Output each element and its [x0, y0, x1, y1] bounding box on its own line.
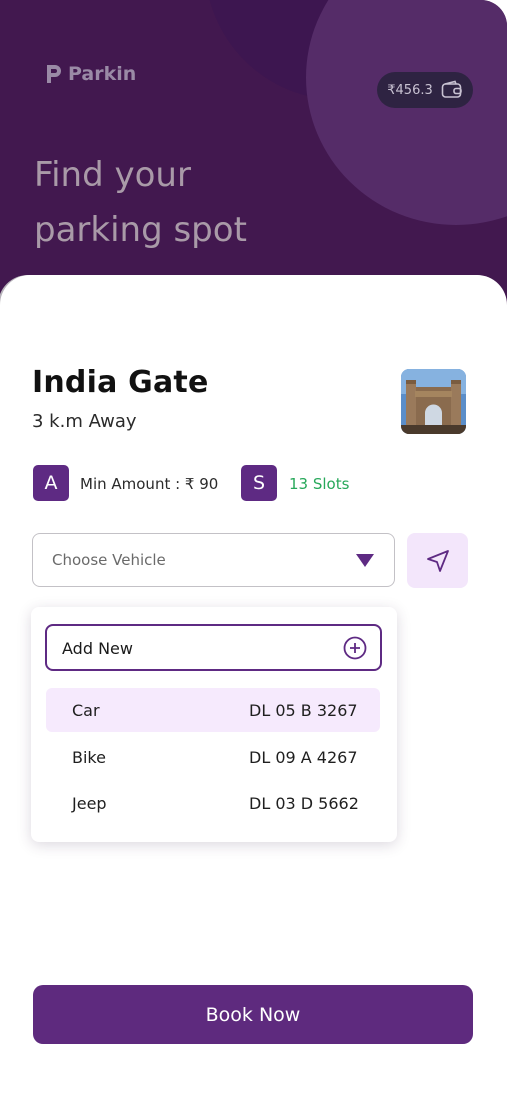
- min-amount-badge: A: [33, 465, 69, 501]
- parkin-logo-icon: [47, 65, 61, 83]
- app-logo: Parkin: [44, 63, 136, 85]
- vehicle-option-jeep[interactable]: Jeep DL 03 D 5662: [46, 781, 380, 825]
- slots-badge: S: [241, 465, 277, 501]
- vehicle-plate: DL 09 A 4267: [249, 748, 358, 767]
- vehicle-dropdown-menu: Add New Car DL 05 B 3267 Bike DL 09 A 42…: [31, 607, 397, 842]
- locate-button[interactable]: [407, 533, 468, 588]
- headline-line-2: parking spot: [34, 210, 247, 250]
- page-headline: Find your parking spot: [34, 148, 247, 258]
- app-name: Parkin: [68, 63, 137, 85]
- vehicle-name: Car: [72, 701, 100, 720]
- location-name: India Gate: [32, 365, 209, 400]
- caret-down-icon: [356, 554, 374, 567]
- navigation-arrow-icon: [426, 549, 449, 572]
- vehicle-option-car[interactable]: Car DL 05 B 3267: [46, 688, 380, 732]
- vehicle-plate: DL 05 B 3267: [249, 701, 358, 720]
- wallet-balance-button[interactable]: ₹456.3: [377, 72, 473, 108]
- location-thumbnail: [401, 369, 466, 434]
- vehicle-name: Bike: [72, 748, 106, 767]
- add-new-vehicle-button[interactable]: Add New: [45, 624, 382, 671]
- book-now-button[interactable]: Book Now: [33, 985, 473, 1044]
- available-slots-text: 13 Slots: [289, 475, 350, 493]
- min-amount-text: Min Amount : ₹ 90: [80, 475, 219, 493]
- add-new-label: Add New: [62, 639, 133, 658]
- vehicle-option-bike[interactable]: Bike DL 09 A 4267: [46, 735, 380, 779]
- wallet-icon: [441, 80, 462, 98]
- decorative-circle: [306, 0, 507, 225]
- wallet-balance: ₹456.3: [387, 82, 433, 98]
- choose-vehicle-placeholder: Choose Vehicle: [52, 551, 166, 569]
- monument-image: [401, 369, 466, 434]
- vehicle-name: Jeep: [72, 794, 107, 813]
- plus-circle-icon: [343, 636, 367, 660]
- vehicle-plate: DL 03 D 5662: [249, 794, 359, 813]
- location-distance: 3 k.m Away: [32, 411, 137, 432]
- choose-vehicle-select[interactable]: Choose Vehicle: [32, 533, 395, 587]
- headline-line-1: Find your: [34, 155, 191, 195]
